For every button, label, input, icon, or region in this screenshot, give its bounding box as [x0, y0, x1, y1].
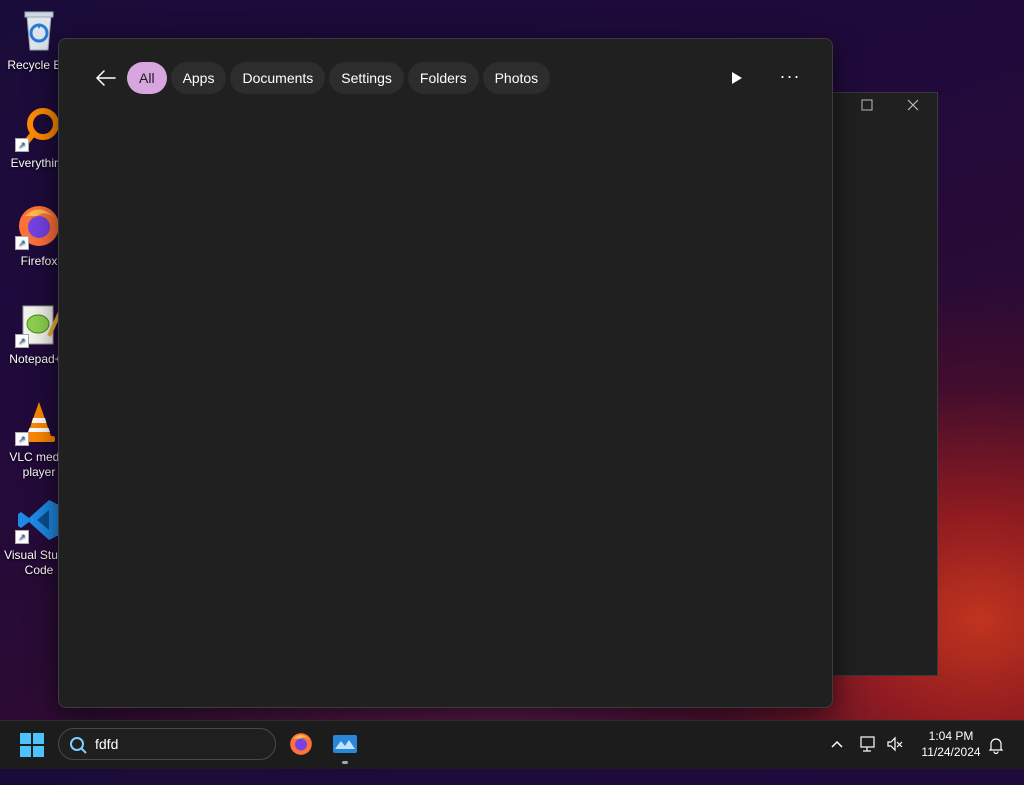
vlc-icon: ↗ — [15, 398, 63, 446]
volume-muted-icon[interactable] — [886, 735, 904, 783]
chevron-up-icon[interactable] — [830, 737, 844, 785]
maximize-icon[interactable] — [857, 99, 877, 117]
filter-tab-settings[interactable]: Settings — [329, 62, 404, 94]
play-icon[interactable] — [725, 67, 747, 89]
taskbar-search-box[interactable]: fdfd — [58, 728, 276, 760]
filter-tab-all[interactable]: All — [127, 62, 167, 94]
everything-icon: ↗ — [15, 104, 63, 152]
search-filter-tabs: All Apps Documents Settings Folders Phot… — [127, 62, 551, 94]
recycle-bin-icon — [15, 6, 63, 54]
windows-start-icon[interactable] — [20, 733, 44, 757]
taskbar: fdfd 1:04 PM 11/24/2024 — [0, 720, 1024, 769]
network-icon[interactable] — [860, 735, 878, 783]
system-clock[interactable]: 1:04 PM 11/24/2024 — [908, 728, 994, 760]
filter-tab-photos[interactable]: Photos — [482, 62, 551, 94]
shortcut-arrow-icon: ↗ — [15, 432, 29, 446]
more-options-button[interactable]: ··· — [777, 67, 803, 89]
firefox-icon: ↗ — [15, 202, 63, 250]
shortcut-arrow-icon: ↗ — [15, 236, 29, 250]
clock-date: 11/24/2024 — [921, 745, 981, 759]
clock-time: 1:04 PM — [928, 729, 974, 743]
desktop-icon-label: Firefox — [20, 254, 58, 268]
search-icon — [69, 736, 87, 759]
shortcut-arrow-icon: ↗ — [15, 334, 29, 348]
notepad-plus-plus-icon: ↗ — [15, 300, 63, 348]
taskbar-app-icon[interactable] — [332, 731, 360, 759]
back-arrow-icon[interactable] — [91, 63, 121, 93]
taskbar-firefox-icon[interactable] — [288, 731, 316, 759]
search-panel: All Apps Documents Settings Folders Phot… — [58, 38, 833, 708]
notification-bell-icon[interactable] — [988, 736, 1004, 784]
search-input[interactable]: fdfd — [95, 729, 118, 759]
shortcut-arrow-icon: ↗ — [15, 530, 29, 544]
vscode-icon: ↗ — [15, 496, 63, 544]
close-icon[interactable] — [903, 99, 923, 117]
filter-tab-documents[interactable]: Documents — [230, 62, 326, 94]
running-indicator — [342, 761, 348, 764]
background-window[interactable] — [832, 92, 938, 676]
shortcut-arrow-icon: ↗ — [15, 138, 29, 152]
filter-tab-apps[interactable]: Apps — [170, 62, 227, 94]
filter-tab-folders[interactable]: Folders — [407, 62, 479, 94]
